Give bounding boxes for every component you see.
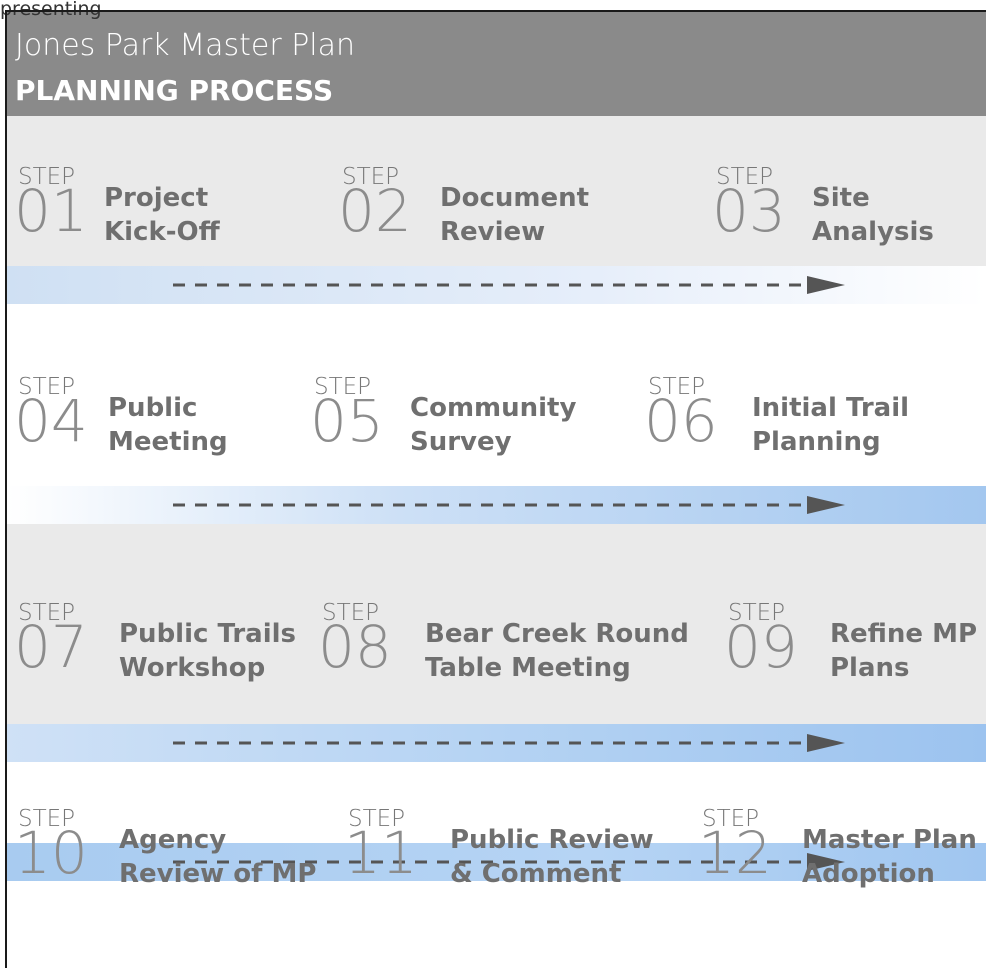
outer-frame — [5, 10, 986, 968]
